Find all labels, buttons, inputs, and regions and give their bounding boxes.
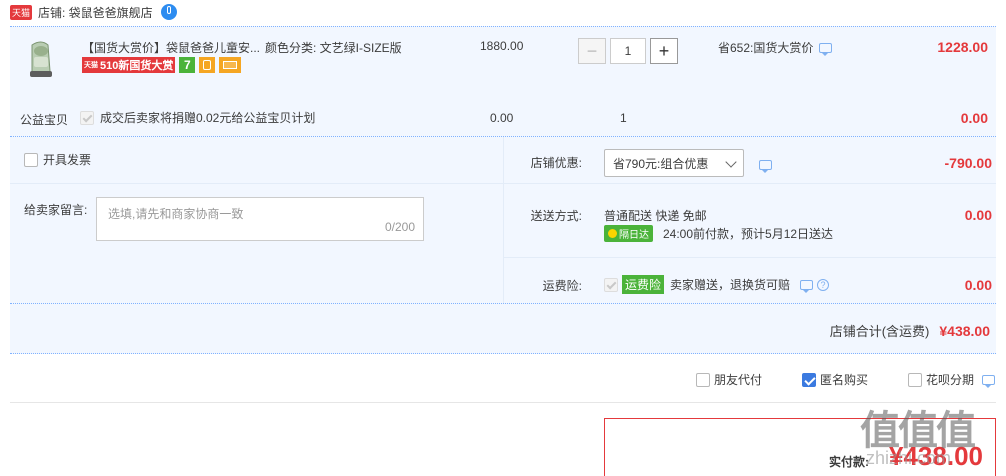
insurance-badge: 运费险 bbox=[622, 275, 665, 294]
pay-label: 实付款: bbox=[829, 455, 869, 469]
message-icon[interactable] bbox=[819, 42, 833, 56]
insurance-option: 运费险 卖家赠送，退换货可赔 ? bbox=[604, 275, 830, 294]
shipping-row: 送送方式: 普通配送 快递 免邮 隔日达 24:00前付款，预计5月12日送达 … bbox=[504, 183, 996, 257]
shop-total-amount: ¥438.00 bbox=[939, 322, 990, 339]
shop-discount-label: 店铺优惠: bbox=[530, 156, 582, 170]
quantity-stepper: − 1 + bbox=[578, 38, 678, 64]
shipping-eta: 隔日达 24:00前付款，预计5月12日送达 bbox=[604, 225, 833, 242]
charity-checkbox[interactable] bbox=[80, 110, 94, 125]
anonymous-label: 匿名购买 bbox=[820, 373, 869, 387]
message-icon[interactable] bbox=[800, 279, 814, 293]
invoice-label: 开具发票 bbox=[43, 153, 92, 167]
chevron-down-icon bbox=[725, 156, 737, 168]
message-counter: 0/200 bbox=[384, 220, 415, 234]
charity-label: 公益宝贝 bbox=[20, 113, 69, 127]
divider bbox=[10, 353, 996, 354]
promo-banner: 天猫 510新国货大赏 bbox=[82, 57, 176, 73]
charity-option: 成交后卖家将捐赠0.02元给公益宝贝计划 bbox=[80, 109, 315, 126]
huabei-checkbox[interactable] bbox=[908, 372, 923, 387]
quantity-input[interactable]: 1 bbox=[610, 38, 646, 64]
lightning-icon bbox=[608, 229, 617, 238]
insurance-icon bbox=[199, 57, 216, 73]
message-label: 给卖家留言: bbox=[24, 203, 88, 217]
item-row: 【国货大赏价】袋鼠爸爸儿童安... 颜色分类: 文艺绿I-SIZE版 天猫 51… bbox=[10, 26, 996, 136]
pay-amount: ¥438.00 bbox=[889, 441, 983, 471]
shop-header: 天猫 店铺: 袋鼠爸爸旗舰店 bbox=[10, 2, 410, 22]
product-image[interactable] bbox=[18, 37, 64, 83]
wangwang-icon[interactable] bbox=[160, 4, 177, 20]
charity-price: 0.00 bbox=[490, 111, 514, 125]
anonymous-checkbox[interactable] bbox=[802, 372, 817, 387]
quantity-increase-button[interactable]: + bbox=[650, 38, 678, 64]
message-placeholder: 选填,请先和商家协商一致 bbox=[108, 207, 244, 221]
seven-day-return-icon: 7 bbox=[179, 57, 196, 73]
pay-total-box: 实付款: ¥438.00 bbox=[604, 418, 996, 476]
message-icon[interactable] bbox=[759, 159, 772, 173]
shop-total: 店铺合计(含运费) ¥438.00 bbox=[830, 321, 990, 340]
shipping-label: 送送方式: bbox=[530, 209, 582, 223]
insurance-label: 运费险: bbox=[542, 279, 582, 293]
insurance-amount: 0.00 bbox=[964, 277, 992, 293]
next-day-badge: 隔日达 bbox=[604, 225, 653, 242]
quantity-decrease-button[interactable]: − bbox=[578, 38, 606, 64]
shipping-method: 普通配送 快递 免邮 bbox=[604, 209, 707, 223]
product-sku: 颜色分类: 文艺绿I-SIZE版 bbox=[265, 41, 402, 55]
shop-total-label: 店铺合计(含运费) bbox=[829, 324, 930, 339]
pay-options: 朋友代付 匿名购买 花呗分期 bbox=[696, 371, 996, 388]
shipping-amount: 0.00 bbox=[964, 207, 992, 223]
charity-total: 0.00 bbox=[960, 110, 988, 126]
invoice-option: 开具发票 bbox=[24, 151, 91, 168]
shop-discount-amount: -790.00 bbox=[944, 155, 992, 171]
options-left: 开具发票 给卖家留言: 选填,请先和商家协商一致 0/200 bbox=[10, 137, 504, 303]
tmall-badge: 天猫 bbox=[10, 4, 33, 20]
friend-pay-label: 朋友代付 bbox=[714, 373, 763, 387]
product-title-link[interactable]: 【国货大赏价】袋鼠爸爸儿童安... bbox=[82, 39, 260, 56]
huabei-label: 花呗分期 bbox=[926, 373, 975, 387]
charity-qty: 1 bbox=[620, 111, 627, 125]
item-subtotal: 1228.00 bbox=[937, 39, 988, 55]
insurance-row: 运费险: 运费险 卖家赠送，退换货可赔 ? 0.00 bbox=[504, 257, 996, 303]
message-input[interactable]: 选填,请先和商家协商一致 0/200 bbox=[96, 197, 424, 241]
divider bbox=[10, 303, 996, 304]
divider bbox=[10, 402, 996, 403]
message-icon[interactable] bbox=[982, 374, 996, 388]
promo-tags: 天猫 510新国货大赏 7 bbox=[82, 57, 242, 73]
help-icon[interactable]: ? bbox=[817, 278, 830, 291]
insurance-checkbox[interactable] bbox=[604, 277, 618, 292]
order-options: 开具发票 给卖家留言: 选填,请先和商家协商一致 0/200 店铺优惠: 省79… bbox=[10, 136, 996, 354]
invoice-checkbox[interactable] bbox=[24, 152, 38, 167]
discount-note: 省652:国货大赏价 bbox=[718, 39, 833, 56]
divider bbox=[10, 183, 504, 184]
shop-name-link[interactable]: 店铺: 袋鼠爸爸旗舰店 bbox=[38, 4, 153, 21]
charity-desc: 成交后卖家将捐赠0.02元给公益宝贝计划 bbox=[100, 111, 316, 125]
card-icon bbox=[219, 57, 242, 73]
shop-discount-row: 店铺优惠: 省790元:组合优惠 -790.00 bbox=[504, 137, 996, 183]
shop-discount-select[interactable]: 省790元:组合优惠 bbox=[604, 149, 744, 177]
friend-pay-checkbox[interactable] bbox=[696, 372, 710, 387]
unit-price: 1880.00 bbox=[480, 39, 524, 53]
